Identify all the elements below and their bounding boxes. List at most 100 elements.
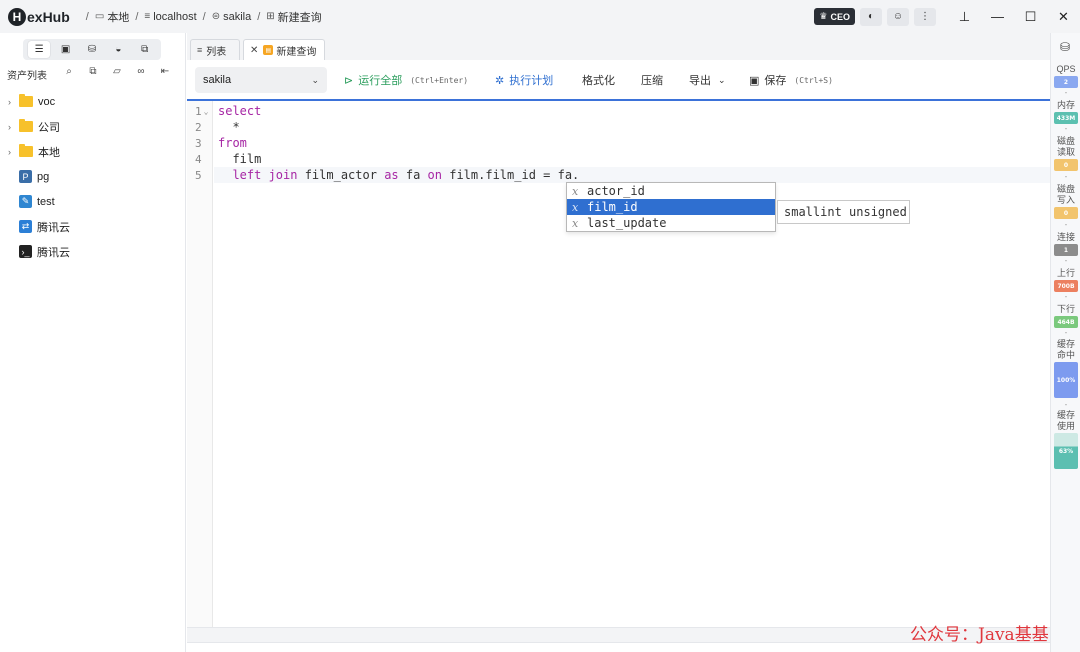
save-button[interactable]: ▣ 保存 (Ctrl+S) (749, 72, 833, 88)
asset-sidebar: ☰ ▣ ⛁ ◒ ⧉ 资产列表 ⌕ ⧉ ▱ ∞ ⇤ › voc › 公司 › 本地 (0, 33, 186, 652)
assets-list-icon[interactable]: ☰ (28, 41, 51, 58)
explain-plan-button[interactable]: ✲ 执行计划 (495, 72, 553, 88)
tab-bar: ≡ 列表 ✕ ▤ 新建查询 (187, 33, 1050, 60)
code-line[interactable]: film (218, 151, 261, 167)
compress-button[interactable]: 压缩 (641, 72, 663, 88)
format-button[interactable]: 格式化 (582, 72, 615, 88)
minimize-icon[interactable]: — (981, 0, 1014, 33)
close-icon[interactable]: ✕ (1047, 0, 1080, 33)
line-number: 2 (195, 120, 202, 134)
network-icon: ✲ (495, 74, 505, 87)
sql-file-icon: ▤ (263, 45, 274, 55)
app-logo: H exHub (8, 7, 70, 26)
asset-tree: › voc › 公司 › 本地 P pg ✎ test ⇄ 腾讯云 ›_ 腾讯云 (0, 89, 186, 264)
code-line[interactable]: select (218, 103, 261, 119)
metric-dash: - (1064, 220, 1068, 229)
terminal-icon: ›_ (19, 245, 32, 258)
titlebar-controls: ♛ CEO ◐ ☺ ⋮ ⊥ — ☐ ✕ (814, 0, 1080, 33)
close-tab-icon[interactable]: ✕ (250, 45, 258, 56)
metric-value: 63% (1054, 433, 1078, 469)
breadcrumb-item-local[interactable]: ▭ 本地 (95, 9, 129, 25)
remote-desktop-icon[interactable]: ⧉ (134, 41, 156, 58)
tree-item-tencent-terminal[interactable]: ›_ 腾讯云 (0, 239, 186, 264)
code-line[interactable]: left join film_actor as fa on film.film_… (218, 167, 579, 183)
title-bar: H exHub / ▭ 本地 / ≡ localhost / ⊜ sakila … (0, 0, 1080, 33)
terminal-icon[interactable]: ▣ (55, 41, 77, 58)
server-icon: ≡ (144, 11, 151, 22)
tab-new-query[interactable]: ✕ ▤ 新建查询 (243, 39, 325, 60)
sql-editor[interactable]: 1 ⌄ 2 3 4 5 select * from film left join … (187, 101, 1050, 627)
metric-connections: 连接 1 (1051, 232, 1080, 256)
user-icon[interactable]: ☺ (887, 7, 909, 26)
breadcrumb: / ▭ 本地 / ≡ localhost / ⊜ sakila / ⊞ 新建查询 (85, 9, 322, 25)
tree-item-tencent-remote[interactable]: ⇄ 腾讯云 (0, 214, 186, 239)
play-circle-icon: ⊳ (344, 74, 354, 87)
column-type-icon: x (572, 200, 579, 214)
logo-text: exHub (27, 8, 70, 25)
link-icon[interactable]: ∞ (129, 66, 153, 77)
run-all-button[interactable]: ⊳ 运行全部 (Ctrl+Enter) (344, 72, 468, 88)
folder-icon (19, 119, 33, 132)
ceo-button[interactable]: ♛ CEO (814, 8, 855, 25)
autocomplete-item-selected[interactable]: x film_id (567, 199, 775, 215)
contrast-icon[interactable]: ◐ (860, 7, 882, 26)
database-icon: ⊜ (211, 11, 221, 22)
breadcrumb-item-server[interactable]: ≡ localhost (144, 11, 196, 23)
metric-value: 0 (1054, 207, 1078, 219)
search-icon[interactable]: ⌕ (57, 66, 81, 77)
tree-item-company[interactable]: › 公司 (0, 114, 186, 139)
more-vertical-icon[interactable]: ⋮ (914, 7, 936, 26)
export-button[interactable]: 导出 ⌄ (689, 72, 726, 88)
breadcrumb-item-database[interactable]: ⊜ sakila (212, 11, 252, 23)
metric-dash: - (1064, 88, 1068, 97)
tab-list[interactable]: ≡ 列表 (190, 39, 240, 60)
chevron-right-icon[interactable]: › (0, 122, 19, 132)
watermark: 公众号：Java基基 (910, 625, 1049, 645)
edit-icon: ✎ (19, 195, 32, 208)
tree-item-pg[interactable]: P pg (0, 164, 186, 189)
chevron-right-icon[interactable]: › (0, 97, 19, 107)
line-number: 4 (195, 152, 202, 166)
metrics-panel: ⛁ QPS 2 - 内存 433M - 磁盘读取 0 - 磁盘写入 0 - 连接… (1050, 33, 1080, 652)
line-number-gutter: 1 ⌄ 2 3 4 5 (187, 101, 213, 627)
maximize-icon[interactable]: ☐ (1014, 0, 1047, 33)
save-icon: ▣ (749, 74, 760, 87)
metric-cache-hit: 缓存命中 100% (1051, 339, 1080, 398)
asset-list-header: 资产列表 ⌕ ⧉ ▱ ∞ ⇤ (7, 66, 177, 82)
metric-value: 100% (1054, 362, 1078, 398)
copy-icon[interactable]: ⧉ (81, 66, 105, 77)
query-toolbar: sakila ⌄ ⊳ 运行全部 (Ctrl+Enter) ✲ 执行计划 格式化 … (187, 60, 1050, 100)
chevron-right-icon[interactable]: › (0, 147, 19, 157)
new-folder-icon[interactable]: ▱ (105, 66, 129, 77)
code-line[interactable]: from (218, 135, 247, 151)
autocomplete-item[interactable]: x actor_id (567, 183, 775, 199)
docker-icon[interactable]: ◒ (107, 41, 129, 58)
line-number: 1 ⌄ (195, 104, 209, 118)
code-line[interactable]: * (218, 119, 239, 135)
list-icon: ≡ (197, 45, 203, 55)
fold-chevron-icon[interactable]: ⌄ (204, 107, 209, 116)
metric-value: 464B (1054, 316, 1078, 328)
metric-value: 433M (1054, 112, 1078, 124)
database-icon[interactable]: ⛁ (1060, 40, 1070, 54)
metric-qps: QPS 2 (1051, 64, 1080, 88)
breadcrumb-item-query[interactable]: ⊞ 新建查询 (266, 9, 321, 25)
metric-dash: - (1064, 256, 1068, 265)
metric-value: 0 (1054, 159, 1078, 171)
autocomplete-item[interactable]: x last_update (567, 215, 775, 231)
folder-icon (19, 94, 33, 107)
collapse-all-icon[interactable]: ⇤ (153, 66, 177, 77)
folder-outline-icon: ▭ (94, 11, 105, 22)
logo-badge: H (8, 7, 26, 26)
remote-desktop-icon: ⇄ (19, 220, 32, 233)
metric-value: 700B (1054, 280, 1078, 292)
tree-item-test[interactable]: ✎ test (0, 189, 186, 214)
pin-icon[interactable]: ⊥ (948, 0, 981, 33)
tree-item-voc[interactable]: › voc (0, 89, 186, 114)
database-stack-icon[interactable]: ⛁ (81, 41, 103, 58)
postgres-icon: P (19, 170, 32, 183)
folder-icon (19, 144, 33, 157)
line-number: 5 (195, 168, 202, 182)
database-select[interactable]: sakila ⌄ (195, 67, 327, 93)
tree-item-local[interactable]: › 本地 (0, 139, 186, 164)
